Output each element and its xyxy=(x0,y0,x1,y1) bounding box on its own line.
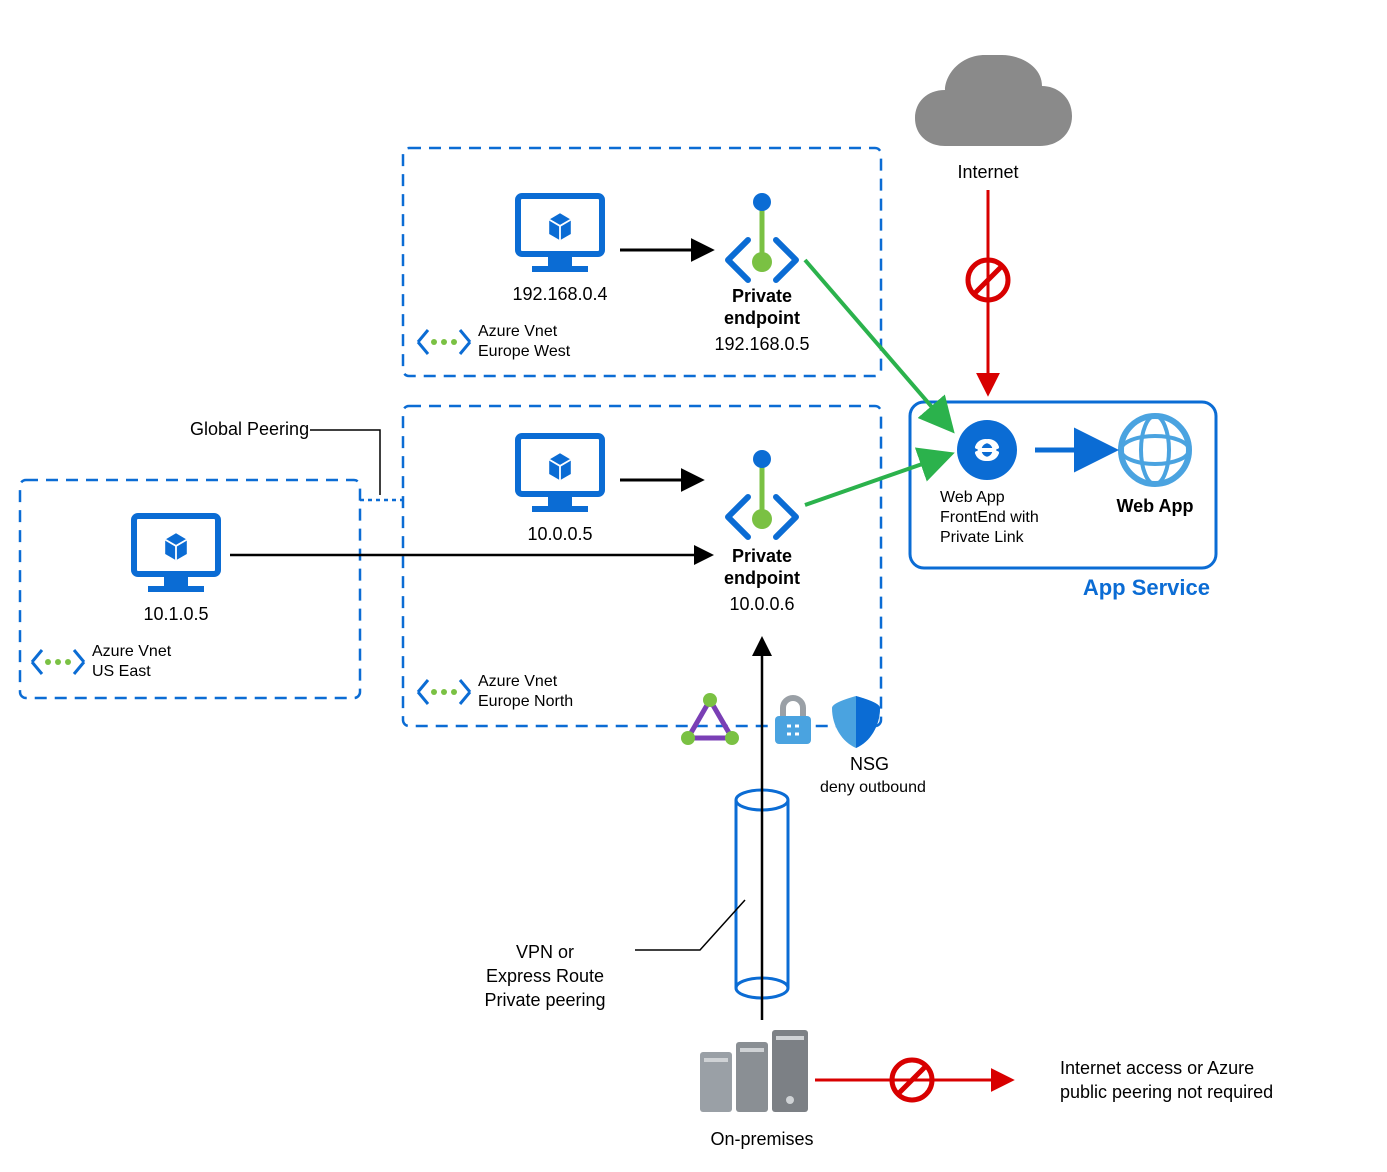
internet-label: Internet xyxy=(957,162,1018,182)
vpn-l2: Express Route xyxy=(486,966,604,986)
onprem-note-1: Internet access or Azure xyxy=(1060,1058,1254,1078)
eu-west-title-2: Europe West xyxy=(478,343,571,360)
app-service-label: App Service xyxy=(1083,575,1210,600)
eu-west-pe-to-frontend xyxy=(805,260,950,428)
us-east-title-2: US East xyxy=(92,663,151,680)
monitor-icon xyxy=(518,196,602,272)
eu-west-pe-t2: endpoint xyxy=(724,308,800,328)
us-east-vm-ip: 10.1.0.5 xyxy=(143,604,208,624)
frontend-label-1: Web App xyxy=(940,489,1005,506)
private-endpoint-icon xyxy=(728,450,796,537)
onprem-note-2: public peering not required xyxy=(1060,1082,1273,1102)
eu-north-title-1: Azure Vnet xyxy=(478,673,558,690)
frontend-label-3: Private Link xyxy=(940,529,1025,546)
lock-icon xyxy=(775,698,811,744)
global-peering-leader xyxy=(310,430,380,495)
vnet-icon xyxy=(32,650,84,674)
webapp-label: Web App xyxy=(1117,496,1194,516)
eu-west-title-1: Azure Vnet xyxy=(478,323,558,340)
nsg-label: NSG xyxy=(850,754,889,774)
nsg-sublabel: deny outbound xyxy=(820,779,926,796)
eu-north-pe-t2: endpoint xyxy=(724,568,800,588)
webapp-icon xyxy=(1121,416,1189,484)
servers-icon xyxy=(700,1030,808,1112)
load-balancer-icon xyxy=(681,693,739,745)
eu-north-pe-t1: Private xyxy=(732,546,792,566)
vnet-eu-north-box xyxy=(403,406,881,726)
onprem-label: On-premises xyxy=(710,1129,813,1149)
monitor-icon xyxy=(134,516,218,592)
eu-west-pe-t1: Private xyxy=(732,286,792,306)
eu-north-vm-ip: 10.0.0.5 xyxy=(527,524,592,544)
vnet-icon xyxy=(418,330,470,354)
eu-west-vm-ip: 192.168.0.4 xyxy=(512,284,607,304)
monitor-icon xyxy=(518,436,602,512)
architecture-diagram: Internet App Service Web App FrontEnd wi… xyxy=(0,0,1387,1172)
cloud-icon xyxy=(915,55,1072,146)
eu-north-pe-to-frontend xyxy=(805,455,948,505)
eu-west-pe-ip: 192.168.0.5 xyxy=(714,334,809,354)
private-endpoint-icon xyxy=(728,193,796,280)
vpn-l3: Private peering xyxy=(484,990,605,1010)
eu-north-title-2: Europe North xyxy=(478,693,573,710)
eu-north-pe-ip: 10.0.0.6 xyxy=(729,594,794,614)
frontend-label-2: FrontEnd with xyxy=(940,509,1039,526)
vnet-icon xyxy=(418,680,470,704)
global-peering-label: Global Peering xyxy=(190,419,309,439)
us-east-title-1: Azure Vnet xyxy=(92,643,172,660)
shield-icon xyxy=(832,696,880,748)
privatelink-frontend-icon xyxy=(957,420,1017,480)
vpn-leader xyxy=(635,900,745,950)
vpn-l1: VPN or xyxy=(516,942,574,962)
